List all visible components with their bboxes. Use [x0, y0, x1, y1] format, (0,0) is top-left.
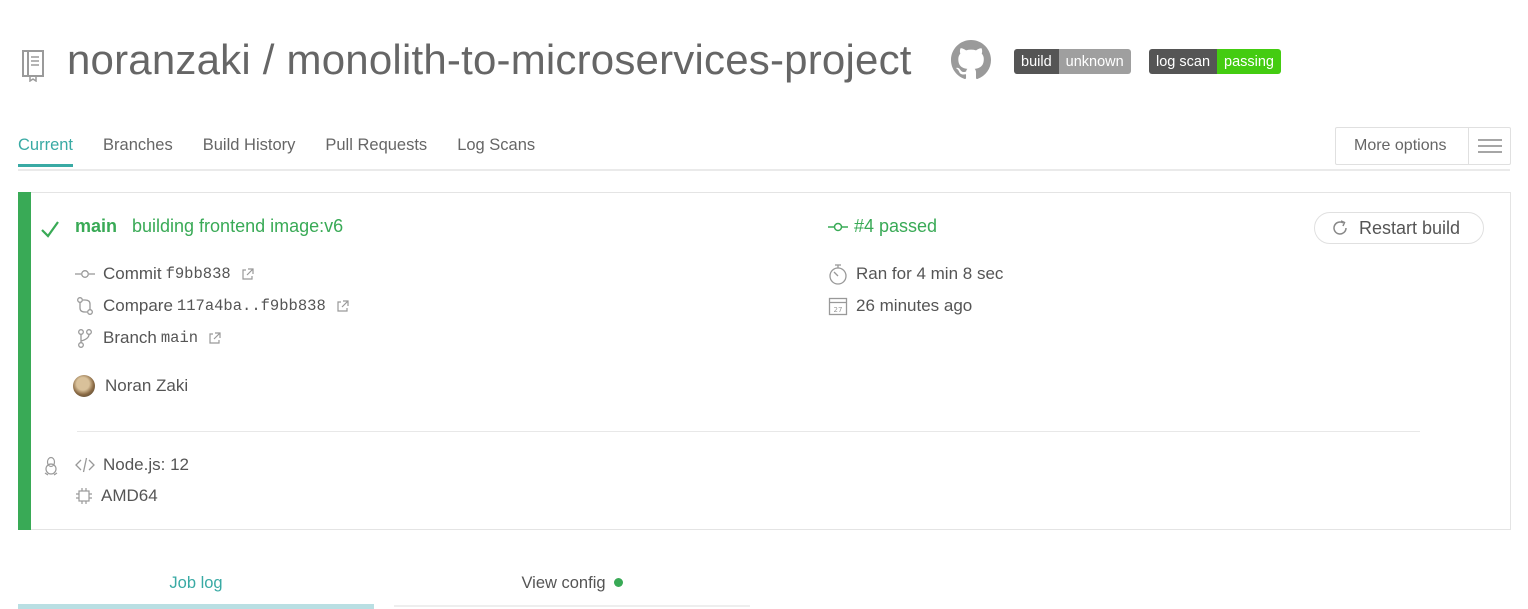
finished-text: 26 minutes ago: [856, 296, 973, 315]
tab-view-config[interactable]: View config: [394, 574, 750, 593]
external-link-icon[interactable]: [208, 331, 221, 345]
tab-current[interactable]: Current: [18, 136, 74, 167]
build-branch[interactable]: main: [75, 216, 117, 237]
commit-icon: [75, 270, 95, 278]
view-config-label: View config: [521, 574, 606, 592]
job-log-label: Job log: [169, 574, 223, 592]
build-badge-status: unknown: [1058, 49, 1131, 74]
repo-name[interactable]: monolith-to-microservices-project: [287, 36, 912, 83]
finished-row: 27 26 minutes ago: [828, 296, 972, 316]
tab-log-scans[interactable]: Log Scans: [457, 136, 535, 167]
job-log-active-indicator: [18, 604, 374, 609]
repo-tabs: Current Branches Build History Pull Requ…: [18, 136, 565, 167]
branch-label: Branch: [103, 328, 157, 347]
external-link-icon[interactable]: [336, 299, 349, 313]
restart-build-button[interactable]: Restart build: [1314, 212, 1484, 244]
title-separator: /: [262, 36, 275, 83]
arch-row: AMD64: [75, 486, 158, 506]
view-config-indicator: [394, 605, 750, 607]
repo-title: noranzaki / monolith-to-microservices-pr…: [67, 36, 912, 84]
linux-icon: [44, 456, 58, 476]
tab-pull-requests[interactable]: Pull Requests: [325, 136, 427, 167]
branch-row: Branch main: [75, 328, 229, 348]
author-row: Noran Zaki: [73, 375, 188, 397]
github-icon[interactable]: [951, 40, 991, 80]
commit-message: building frontend image:v6: [132, 216, 344, 236]
commit-row: Commit f9bb838: [75, 264, 262, 284]
code-icon: [75, 457, 95, 473]
duration-row: Ran for 4 min 8 sec: [828, 263, 1003, 285]
external-link-icon[interactable]: [241, 267, 254, 281]
commit-sha-link[interactable]: f9bb838: [166, 265, 231, 283]
branch-value-link[interactable]: main: [161, 329, 198, 347]
build-status-text: #4 passed: [854, 216, 938, 236]
build-badge-label: build: [1014, 49, 1059, 74]
build-status[interactable]: #4 passed: [828, 216, 937, 237]
compare-label: Compare: [103, 296, 173, 315]
stopwatch-icon: [829, 264, 847, 285]
repo-icon: [22, 50, 44, 82]
language-text: Node.js: 12: [103, 455, 189, 474]
duration-text: Ran for 4 min 8 sec: [856, 264, 1004, 283]
tab-branches[interactable]: Branches: [103, 136, 173, 167]
calendar-icon: 27: [828, 297, 848, 316]
log-scan-badge[interactable]: log scan passing: [1149, 49, 1281, 74]
compare-range-link[interactable]: 117a4ba..f9bb838: [177, 297, 326, 315]
card-divider: [77, 431, 1420, 432]
author-name: Noran Zaki: [105, 376, 189, 395]
menu-icon: [1468, 128, 1510, 164]
commit-label: Commit: [103, 264, 162, 283]
branch-icon: [78, 329, 92, 348]
tabs-divider: [18, 169, 1510, 171]
tab-build-history[interactable]: Build History: [203, 136, 296, 167]
log-scan-badge-status: passing: [1217, 49, 1281, 74]
restart-icon: [1333, 220, 1347, 235]
repo-owner[interactable]: noranzaki: [67, 36, 251, 83]
more-options-label: More options: [1354, 137, 1447, 154]
compare-row: Compare 117a4ba..f9bb838: [75, 296, 357, 316]
compare-icon: [77, 297, 93, 315]
more-options-button[interactable]: More options: [1335, 127, 1511, 165]
svg-text:27: 27: [834, 306, 843, 314]
build-badge[interactable]: build unknown: [1014, 49, 1131, 74]
arch-text: AMD64: [101, 486, 158, 505]
passed-check-icon: [41, 221, 59, 238]
restart-build-label: Restart build: [1359, 217, 1461, 238]
avatar: [73, 375, 95, 397]
commit-icon: [828, 222, 848, 231]
build-card: [18, 192, 1511, 530]
cpu-icon: [76, 488, 92, 504]
language-row: Node.js: 12: [75, 455, 189, 475]
config-status-dot: [613, 578, 623, 588]
log-scan-badge-label: log scan: [1149, 49, 1218, 74]
build-status-bar: [18, 192, 31, 530]
tab-job-log[interactable]: Job log: [18, 574, 374, 593]
